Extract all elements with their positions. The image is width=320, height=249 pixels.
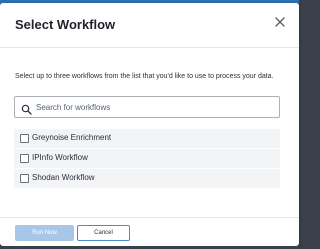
dialog-title: Select Workflow	[15, 17, 116, 32]
run-now-button[interactable]: Run Now	[15, 225, 74, 241]
workflow-item-greynoise-enrichment[interactable]: Greynoise Enrichment	[14, 129, 280, 149]
search-field[interactable]	[14, 96, 280, 118]
instruction-text: Select up to three workflows from the li…	[15, 73, 274, 80]
workflow-list: Greynoise Enrichment IPInfo Workflow Sho…	[14, 129, 280, 189]
dialog-footer: Run Now Cancel	[0, 217, 299, 246]
workflow-item-ipinfo-workflow[interactable]: IPInfo Workflow	[14, 149, 280, 169]
workflow-label: Greynoise Enrichment	[32, 133, 112, 142]
cancel-button[interactable]: Cancel	[77, 225, 130, 241]
search-icon	[21, 102, 32, 115]
close-icon[interactable]	[273, 15, 287, 29]
workflow-checkbox[interactable]	[20, 134, 29, 143]
workflow-checkbox[interactable]	[20, 174, 29, 183]
search-input[interactable]	[36, 99, 274, 115]
workflow-label: Shodan Workflow	[32, 173, 95, 182]
workflow-checkbox[interactable]	[20, 154, 29, 163]
workflow-item-shodan-workflow[interactable]: Shodan Workflow	[14, 169, 280, 189]
dialog-header: Select Workflow	[0, 3, 299, 48]
workflow-label: IPInfo Workflow	[32, 153, 88, 162]
select-workflow-dialog: Select Workflow Select up to three workf…	[0, 3, 299, 246]
